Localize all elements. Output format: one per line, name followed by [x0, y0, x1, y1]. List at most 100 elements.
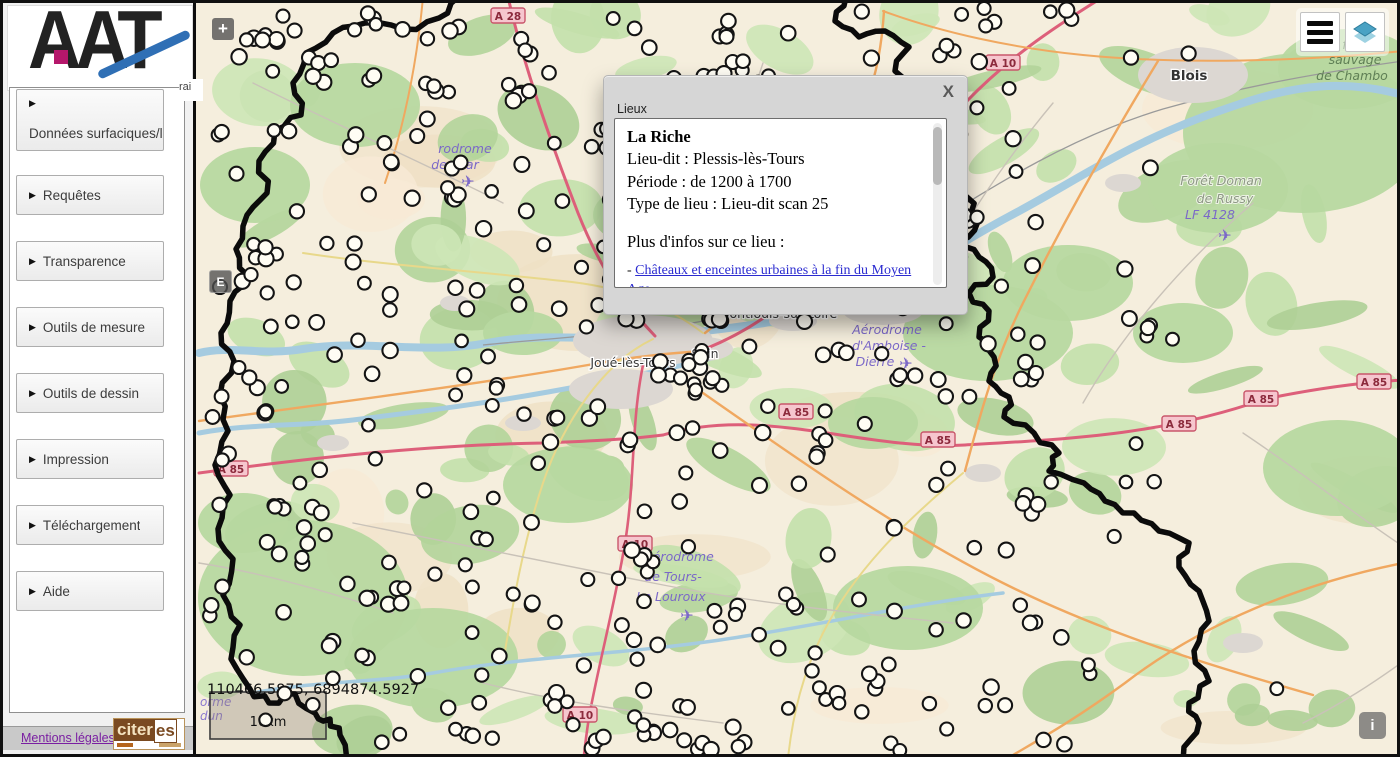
map-marker[interactable] — [862, 667, 877, 682]
map-marker[interactable] — [531, 456, 545, 470]
map-marker[interactable] — [492, 649, 507, 664]
map-marker[interactable] — [714, 621, 727, 634]
map-marker[interactable] — [708, 604, 722, 618]
map-marker[interactable] — [855, 5, 869, 19]
map-marker[interactable] — [420, 112, 435, 127]
map-marker[interactable] — [1006, 131, 1021, 146]
map-marker[interactable] — [370, 18, 383, 31]
map-marker[interactable] — [487, 492, 500, 505]
map-marker[interactable] — [348, 127, 363, 142]
map-marker[interactable] — [206, 410, 220, 424]
map-marker[interactable] — [410, 129, 424, 143]
map-marker[interactable] — [242, 370, 256, 384]
map-marker[interactable] — [259, 714, 272, 727]
map-marker[interactable] — [231, 49, 246, 64]
map-marker[interactable] — [362, 187, 376, 201]
map-marker[interactable] — [743, 340, 757, 354]
map-marker[interactable] — [627, 633, 641, 647]
map-marker[interactable] — [732, 740, 745, 753]
map-marker[interactable] — [421, 32, 434, 45]
map-marker[interactable] — [382, 343, 397, 358]
map-marker[interactable] — [761, 400, 774, 413]
map-marker[interactable] — [519, 204, 534, 219]
map-marker[interactable] — [427, 79, 440, 92]
map-marker[interactable] — [486, 732, 499, 745]
map-marker[interactable] — [833, 697, 846, 710]
map-marker[interactable] — [1025, 258, 1040, 273]
menu-item-7[interactable]: ▶Aide — [16, 571, 164, 611]
map-marker[interactable] — [355, 649, 368, 662]
map-marker[interactable] — [240, 650, 254, 664]
map-marker[interactable] — [940, 723, 953, 736]
map-marker[interactable] — [628, 22, 642, 36]
citeres-logo[interactable]: citer es — [113, 718, 185, 750]
map-marker[interactable] — [525, 596, 540, 611]
map-marker[interactable] — [931, 372, 946, 387]
map-marker[interactable] — [295, 551, 308, 564]
map-marker[interactable] — [464, 505, 479, 520]
map-marker[interactable] — [752, 628, 766, 642]
map-marker[interactable] — [259, 405, 272, 418]
map-marker[interactable] — [506, 93, 521, 108]
map-marker[interactable] — [466, 626, 479, 639]
map-marker[interactable] — [686, 421, 699, 434]
map-marker[interactable] — [955, 8, 968, 21]
map-marker[interactable] — [1082, 658, 1095, 671]
map-marker[interactable] — [362, 419, 375, 432]
map-marker[interactable] — [268, 500, 281, 513]
map-marker[interactable] — [792, 477, 806, 491]
map-marker[interactable] — [855, 705, 868, 718]
map-marker[interactable] — [215, 125, 229, 139]
map-marker[interactable] — [839, 346, 854, 361]
map-marker[interactable] — [275, 380, 288, 393]
map-marker[interactable] — [378, 136, 392, 150]
map-marker[interactable] — [1143, 160, 1158, 175]
map-marker[interactable] — [215, 580, 229, 594]
map-marker[interactable] — [736, 54, 750, 68]
map-marker[interactable] — [1029, 366, 1043, 380]
map-marker[interactable] — [230, 167, 244, 181]
map-marker[interactable] — [720, 30, 734, 44]
map-marker[interactable] — [258, 240, 272, 254]
map-marker[interactable] — [1270, 682, 1283, 695]
map-marker[interactable] — [485, 185, 498, 198]
map-marker[interactable] — [459, 301, 474, 316]
map-marker[interactable] — [383, 303, 397, 317]
map-marker[interactable] — [282, 124, 297, 139]
map-marker[interactable] — [972, 54, 987, 69]
map-marker[interactable] — [580, 320, 593, 333]
map-marker[interactable] — [929, 623, 942, 636]
map-marker[interactable] — [394, 596, 409, 611]
map-marker[interactable] — [577, 658, 591, 672]
map-marker[interactable] — [1028, 215, 1042, 229]
map-marker[interactable] — [306, 698, 320, 712]
map-marker[interactable] — [490, 382, 503, 395]
map-marker[interactable] — [359, 591, 374, 606]
legal-notice-link[interactable]: Mentions légales — [21, 731, 115, 745]
map-marker[interactable] — [428, 568, 441, 581]
map-marker[interactable] — [524, 515, 539, 530]
map-marker[interactable] — [286, 316, 299, 329]
map-marker[interactable] — [475, 669, 488, 682]
map-marker[interactable] — [939, 389, 953, 403]
map-marker[interactable] — [470, 283, 485, 298]
map-marker[interactable] — [607, 12, 620, 25]
map-marker[interactable] — [1122, 311, 1137, 326]
map-marker[interactable] — [266, 65, 279, 78]
map-marker[interactable] — [893, 744, 906, 757]
map-marker[interactable] — [755, 425, 770, 440]
map-marker[interactable] — [514, 157, 529, 172]
map-marker[interactable] — [590, 399, 605, 414]
east-pan-button[interactable]: E — [209, 270, 232, 293]
map-marker[interactable] — [366, 68, 381, 83]
map-marker[interactable] — [277, 10, 290, 23]
map-marker[interactable] — [908, 368, 922, 382]
map-marker[interactable] — [672, 494, 687, 509]
map-marker[interactable] — [507, 588, 520, 601]
map-marker[interactable] — [1003, 82, 1016, 95]
map-marker[interactable] — [340, 577, 354, 591]
map-marker[interactable] — [1148, 475, 1161, 488]
map-marker[interactable] — [864, 51, 879, 66]
map-marker[interactable] — [548, 616, 561, 629]
map-marker[interactable] — [348, 236, 362, 250]
